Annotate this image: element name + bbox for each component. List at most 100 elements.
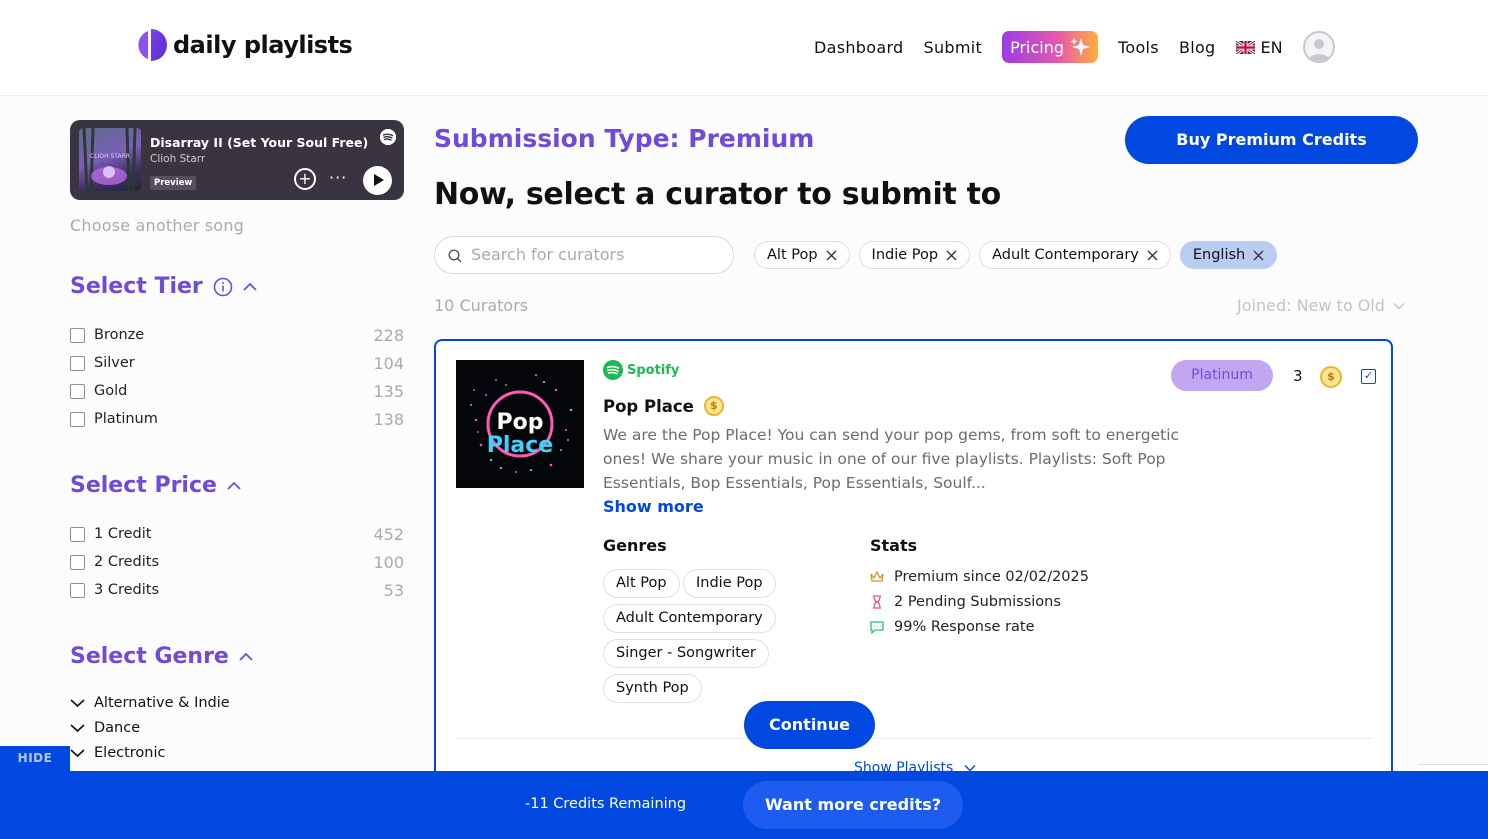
tier-option-label: Gold (94, 383, 128, 399)
filter-chip-english[interactable]: English (1179, 241, 1278, 269)
buy-premium-credits-button[interactable]: Buy Premium Credits (1125, 116, 1418, 164)
nav-dashboard[interactable]: Dashboard (814, 38, 904, 57)
stat-text: Premium since 02/02/2025 (894, 569, 1089, 585)
price-option-label: 1 Credit (94, 526, 152, 542)
active-filter-chips: Alt Pop Indie Pop Adult Contemporary Eng… (754, 241, 1278, 269)
genre-group-electronic[interactable]: Electronic (70, 745, 165, 761)
tier-option-label: Platinum (94, 411, 158, 427)
close-icon[interactable] (826, 250, 837, 261)
language-selector[interactable]: EN (1235, 37, 1283, 57)
checkbox[interactable] (70, 383, 85, 399)
nav-pricing[interactable]: Pricing (1002, 31, 1099, 63)
price-filter-title: Select Price (70, 473, 217, 498)
spotify-icon[interactable] (380, 129, 396, 145)
stat-text: 2 Pending Submissions (894, 594, 1061, 610)
stat-premium-since: Premium since 02/02/2025 (870, 569, 1089, 585)
select-curator-checkbox[interactable]: ✓ (1361, 369, 1376, 384)
filter-chip-indie-pop[interactable]: Indie Pop (858, 241, 971, 269)
continue-button[interactable]: Continue (744, 701, 875, 749)
credits-bar: -11 Credits Remaining Want more credits? (0, 771, 1488, 839)
genre-tag: Adult Contemporary (603, 604, 776, 633)
close-icon[interactable] (946, 250, 957, 261)
uk-flag-icon (1235, 40, 1255, 54)
chevron-up-icon[interactable] (239, 652, 253, 662)
preview-badge[interactable]: Preview (150, 176, 197, 190)
tier-option-silver[interactable]: Silver 104 (70, 352, 404, 374)
chevron-up-icon[interactable] (243, 282, 257, 292)
checkbox[interactable] (70, 327, 85, 343)
checkbox[interactable] (70, 554, 85, 570)
chevron-down-icon (70, 699, 85, 708)
more-options-icon[interactable]: ··· (329, 168, 347, 187)
svg-text:Place: Place (487, 433, 553, 458)
brand-logo[interactable]: daily playlists (135, 28, 353, 62)
search-input[interactable] (471, 245, 721, 264)
close-icon[interactable] (1253, 250, 1264, 261)
nav-pricing-label: Pricing (1010, 37, 1065, 57)
show-more-link[interactable]: Show more (603, 497, 704, 516)
price-option-1-credit[interactable]: 1 Credit 452 (70, 523, 404, 545)
language-label: EN (1260, 37, 1283, 57)
tier-option-label: Silver (94, 355, 135, 371)
price-filter-header[interactable]: Select Price (70, 473, 241, 498)
checkbox[interactable] (70, 411, 85, 427)
curator-name-row: Pop Place $ (603, 396, 724, 416)
genre-tag: Synth Pop (603, 674, 702, 703)
genre-group-alternative-indie[interactable]: Alternative & Indie (70, 695, 230, 711)
user-avatar[interactable] (1302, 31, 1335, 63)
main-nav: Dashboard Submit Pricing Tools Blog EN (814, 31, 1335, 63)
genres-title: Genres (603, 536, 667, 555)
hide-sidebar-button[interactable]: HIDE (0, 746, 70, 771)
sort-dropdown[interactable]: Joined: New to Old (1237, 296, 1405, 315)
add-icon[interactable]: + (294, 168, 316, 190)
close-icon[interactable] (1147, 250, 1158, 261)
stat-pending: 2 Pending Submissions (870, 594, 1061, 610)
info-icon[interactable] (213, 277, 233, 297)
tier-option-gold[interactable]: Gold 135 (70, 380, 404, 402)
tier-option-count: 135 (373, 381, 404, 401)
price-option-2-credits[interactable]: 2 Credits 100 (70, 551, 404, 573)
page-heading: Now, select a curator to submit to (434, 177, 1001, 212)
submission-type-title: Submission Type: Premium (434, 124, 815, 153)
nav-blog[interactable]: Blog (1179, 38, 1216, 57)
chip-label: Indie Pop (871, 247, 939, 263)
tier-filter-header[interactable]: Select Tier (70, 274, 257, 299)
dollar-coin-icon: $ (703, 396, 724, 416)
top-header: daily playlists Dashboard Submit Pricing… (0, 0, 1488, 96)
curator-card[interactable]: Pop Place Spotify Pop Place $ We are the… (434, 339, 1393, 799)
genre-group-label: Electronic (94, 745, 166, 761)
user-icon (1307, 39, 1330, 61)
cover-art-image: CLIOH STARR (82, 128, 137, 191)
spotify-logo-icon (603, 360, 623, 380)
track-title: Disarray II (Set Your Soul Free) (150, 135, 369, 150)
chip-label: Alt Pop (767, 247, 818, 263)
nav-submit[interactable]: Submit (924, 38, 983, 57)
platform-spotify: Spotify (603, 360, 679, 380)
chip-label: English (1192, 247, 1246, 263)
filter-chip-adult-contemporary[interactable]: Adult Contemporary (979, 241, 1171, 269)
tier-filter-title: Select Tier (70, 274, 203, 299)
want-more-credits-button[interactable]: Want more credits? (743, 781, 963, 829)
tier-option-label: Bronze (94, 327, 145, 343)
nav-tools[interactable]: Tools (1118, 38, 1159, 57)
filter-chip-alt-pop[interactable]: Alt Pop (754, 241, 850, 269)
tier-option-bronze[interactable]: Bronze 228 (70, 324, 404, 346)
genre-tag: Singer - Songwriter (603, 639, 769, 668)
checkbox[interactable] (70, 582, 85, 598)
choose-another-song-link[interactable]: Choose another song (70, 216, 244, 235)
tier-option-platinum[interactable]: Platinum 138 (70, 408, 404, 430)
chevron-up-icon[interactable] (227, 481, 241, 491)
price-option-3-credits[interactable]: 3 Credits 53 (70, 579, 404, 601)
tier-option-count: 104 (373, 353, 404, 373)
curator-name[interactable]: Pop Place (603, 397, 694, 416)
checkbox[interactable] (70, 355, 85, 371)
play-button[interactable] (363, 166, 392, 195)
curator-search[interactable] (434, 236, 734, 274)
chevron-down-icon (70, 749, 85, 758)
checkbox[interactable] (70, 526, 85, 542)
stat-text: 99% Response rate (894, 619, 1035, 635)
genre-group-dance[interactable]: Dance (70, 720, 140, 736)
stat-response-rate: 99% Response rate (870, 619, 1035, 635)
genre-filter-header[interactable]: Select Genre (70, 644, 253, 669)
platform-name: Spotify (627, 362, 680, 378)
